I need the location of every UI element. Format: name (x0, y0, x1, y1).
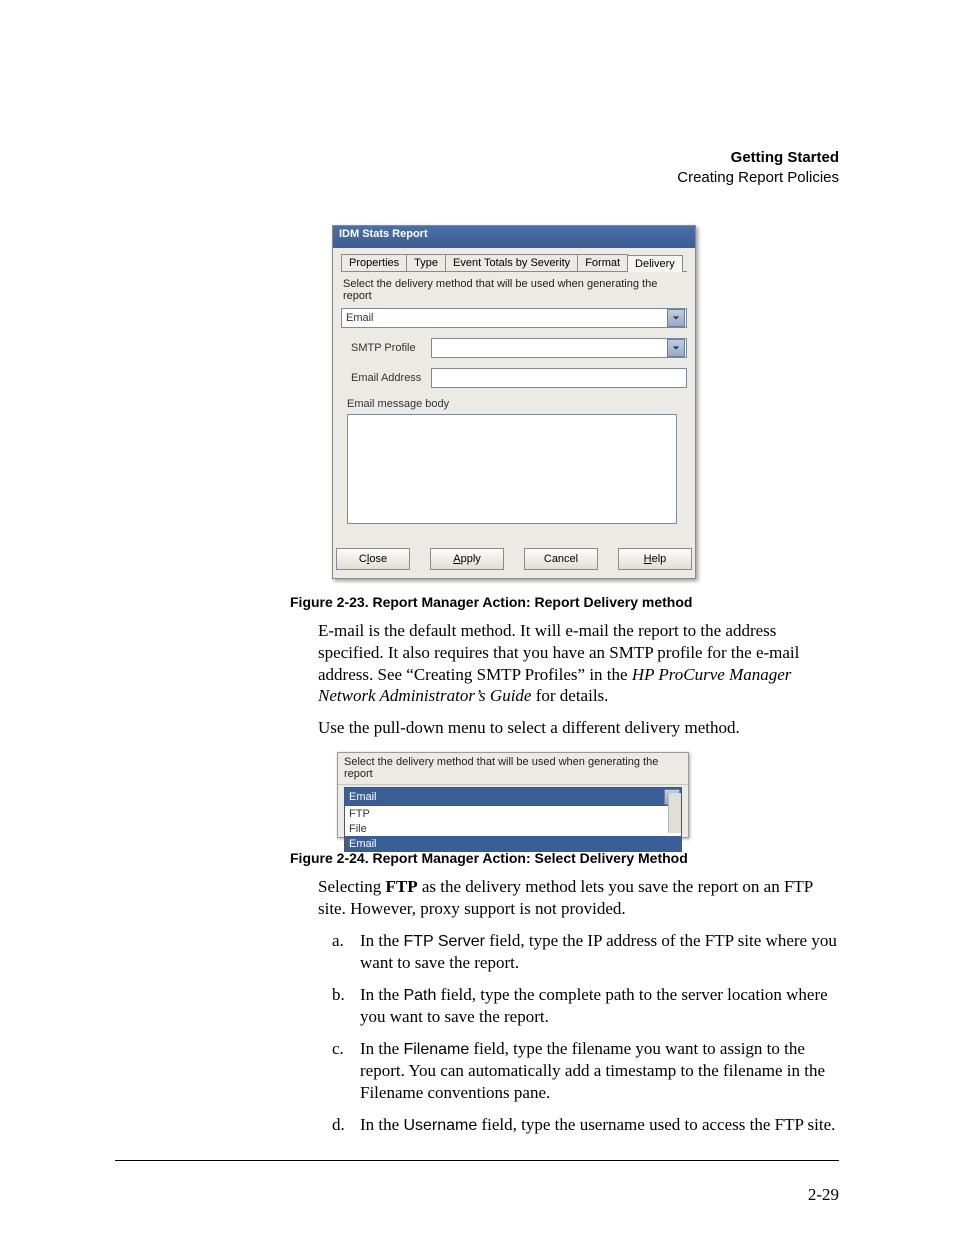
apply-button[interactable]: Apply (430, 548, 504, 570)
message-body-textarea[interactable] (347, 414, 677, 524)
figure-caption-1: Figure 2-23. Report Manager Action: Repo… (290, 594, 692, 610)
chevron-down-icon (667, 339, 685, 357)
page-number: 2-29 (808, 1185, 839, 1205)
chevron-down-icon (667, 309, 685, 327)
option-ftp[interactable]: FTP (345, 806, 681, 821)
para-email-default: E-mail is the default method. It will e-… (318, 620, 840, 707)
dialog-tabs: Properties Type Event Totals by Severity… (341, 254, 695, 271)
tab-format[interactable]: Format (577, 254, 628, 271)
scrollbar[interactable] (668, 793, 681, 833)
footer-rule (115, 1160, 839, 1161)
para-ftp-intro: Selecting FTP as the delivery method let… (318, 876, 840, 920)
email-address-input[interactable] (431, 368, 687, 388)
dropdown-list: FTP File Email (344, 806, 682, 852)
para-pulldown: Use the pull-down menu to select a diffe… (318, 717, 840, 739)
tab-event-totals[interactable]: Event Totals by Severity (445, 254, 578, 271)
figure-caption-2: Figure 2-24. Report Manager Action: Sele… (290, 850, 688, 866)
step-d: d. In the Username field, type the usern… (332, 1114, 840, 1136)
body-block-2: Selecting FTP as the delivery method let… (318, 876, 840, 1146)
dropdown-delivery-methods: Select the delivery method that will be … (337, 752, 689, 838)
smtp-profile-label: SMTP Profile (351, 342, 431, 354)
step-c: c. In the Filename field, type the filen… (332, 1038, 840, 1104)
option-file[interactable]: File (345, 821, 681, 836)
page-header: Getting Started Creating Report Policies (677, 148, 839, 187)
message-body-label: Email message body (347, 398, 687, 410)
delivery-method-value: Email (342, 312, 666, 324)
delivery-instruction: Select the delivery method that will be … (343, 278, 687, 302)
step-b: b. In the Path field, type the complete … (332, 984, 840, 1028)
help-button[interactable]: Help (618, 548, 692, 570)
body-block-1: E-mail is the default method. It will e-… (318, 620, 840, 749)
smtp-profile-row: SMTP Profile (351, 338, 687, 358)
tab-delivery[interactable]: Delivery (627, 255, 683, 272)
dialog-delivery: IDM Stats Report Properties Type Event T… (332, 225, 696, 579)
email-address-row: Email Address (351, 368, 687, 388)
ftp-steps-list: a. In the FTP Server field, type the IP … (332, 930, 840, 1137)
smtp-profile-select[interactable] (431, 338, 687, 358)
option-email[interactable]: Email (345, 836, 681, 851)
tab-delivery-body: Select the delivery method that will be … (341, 271, 687, 524)
dropdown-instruction: Select the delivery method that will be … (338, 753, 688, 785)
dialog-titlebar: IDM Stats Report (333, 226, 695, 248)
dialog-button-row: Close Apply Cancel Help (333, 548, 695, 570)
tab-properties[interactable]: Properties (341, 254, 407, 271)
close-button[interactable]: Close (336, 548, 410, 570)
dropdown-selected[interactable]: Email (344, 787, 682, 806)
header-subtitle: Creating Report Policies (677, 168, 839, 188)
tab-type[interactable]: Type (406, 254, 446, 271)
delivery-method-select[interactable]: Email (341, 308, 687, 328)
step-a: a. In the FTP Server field, type the IP … (332, 930, 840, 974)
header-title: Getting Started (677, 148, 839, 168)
cancel-button[interactable]: Cancel (524, 548, 598, 570)
email-address-label: Email Address (351, 372, 431, 384)
